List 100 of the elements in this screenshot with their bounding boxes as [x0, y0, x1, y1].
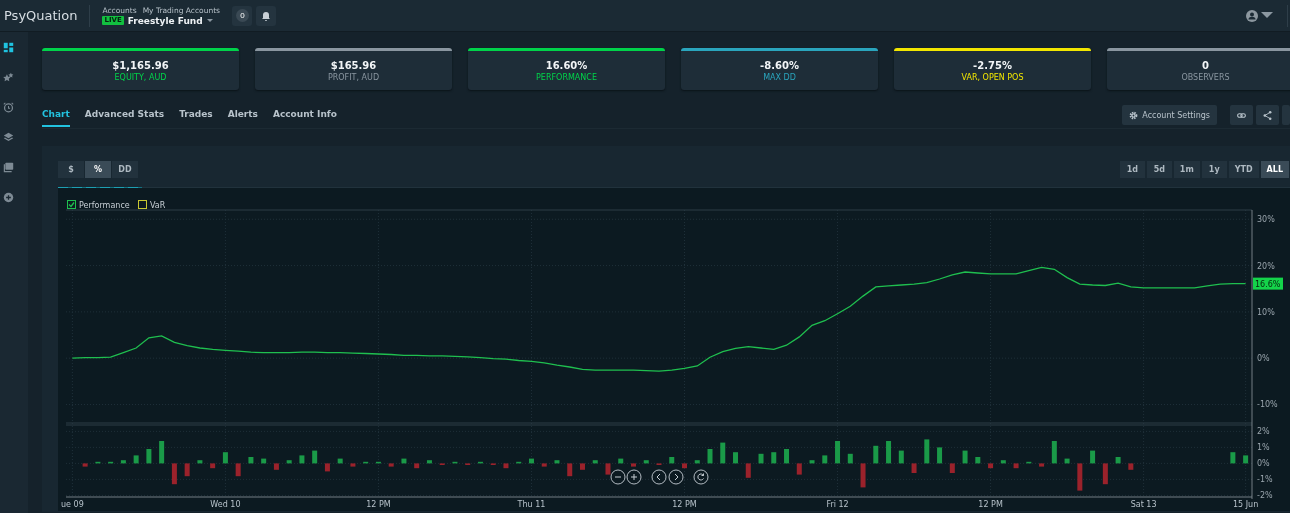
range-button[interactable]: 1m [1173, 161, 1200, 178]
return-bar [643, 460, 649, 464]
axis-label: 12 PM [978, 500, 1003, 509]
return-bar [133, 455, 139, 464]
return-bar [1102, 463, 1108, 485]
return-bar [554, 460, 560, 464]
mode-button[interactable]: $ [58, 161, 84, 178]
return-bar [937, 447, 943, 464]
return-bar [898, 450, 904, 464]
return-bar [1243, 455, 1249, 464]
legend-checkbox[interactable] [137, 199, 148, 210]
return-bar [1230, 452, 1236, 464]
share-icon [1263, 110, 1272, 120]
reset-icon[interactable] [693, 469, 709, 485]
axis-label: ue 09 [61, 500, 84, 509]
return-bar [375, 461, 381, 464]
tab[interactable]: Trades [179, 103, 213, 127]
stat-label: EQUITY, AUD [114, 72, 167, 82]
legend-label: VaR [150, 200, 166, 210]
return-bar [184, 463, 190, 477]
return-bar [146, 449, 152, 464]
axis-label: 10% [1257, 307, 1275, 317]
account-selector[interactable]: Freestyle Fund [127, 15, 203, 26]
return-bar [197, 460, 203, 464]
tab[interactable]: Chart [42, 103, 70, 127]
legend-checkbox[interactable] [66, 199, 77, 210]
return-bar [745, 463, 751, 478]
return-bar [1051, 441, 1057, 464]
axis-label: -2% [1257, 491, 1273, 501]
return-bar [733, 452, 738, 464]
range-button[interactable]: ALL [1260, 161, 1289, 178]
axis-label: 0% [1257, 354, 1270, 364]
return-bar [82, 463, 88, 467]
range-button[interactable]: 1d [1119, 161, 1145, 178]
return-bar [452, 461, 458, 464]
return-bar [337, 458, 343, 464]
return-bar [605, 463, 611, 475]
return-bar [350, 463, 356, 467]
return-bar [847, 453, 853, 464]
counter-button[interactable]: 0 [232, 5, 253, 26]
stat-value: -2.75% [973, 59, 1012, 71]
account-settings-button[interactable]: Account Settings [1122, 105, 1217, 125]
caret-icon[interactable] [206, 18, 213, 23]
return-bar [1013, 463, 1019, 469]
return-bar [669, 457, 675, 464]
return-bar [222, 452, 228, 464]
stat-value: -8.60% [760, 59, 799, 71]
stars-icon[interactable] [2, 72, 14, 83]
range-button[interactable]: 1y [1201, 161, 1227, 178]
stat-value: $165.96 [330, 59, 377, 71]
return-bar [171, 463, 177, 485]
mode-button[interactable]: DD [112, 161, 138, 178]
tab[interactable]: Advanced Stats [84, 103, 165, 127]
return-bar [886, 441, 892, 464]
tab[interactable]: Account Info [272, 103, 337, 127]
chevron-left-icon[interactable] [651, 469, 667, 485]
return-bar [1128, 463, 1134, 470]
return-bar [682, 463, 687, 469]
return-bar [860, 463, 866, 488]
return-bar [618, 458, 624, 464]
gear-icon [1129, 110, 1139, 120]
range-button[interactable]: YTD [1228, 161, 1259, 178]
mode-button[interactable]: % [85, 161, 111, 178]
return-bar [911, 463, 917, 473]
legend-label: Performance [79, 200, 130, 210]
chevron-right-icon[interactable] [668, 469, 684, 485]
return-bar [771, 452, 777, 464]
return-bar [631, 463, 636, 467]
return-bar [248, 457, 254, 464]
alarm-icon[interactable] [2, 102, 14, 113]
return-bar [835, 441, 841, 464]
stat-label: MAX DD [763, 72, 796, 82]
return-bar [1090, 450, 1096, 464]
app-logo[interactable]: PsyQuation [0, 8, 90, 23]
tab[interactable]: Alerts [227, 103, 258, 127]
library-icon[interactable] [2, 162, 14, 173]
add-icon[interactable] [2, 192, 14, 203]
return-bar [528, 458, 534, 464]
zoom-out-icon[interactable] [610, 469, 626, 485]
return-bar [809, 460, 815, 464]
axis-label: 2% [1257, 427, 1270, 437]
return-bar [1064, 458, 1070, 464]
range-button[interactable]: 5d [1146, 161, 1172, 178]
return-bar [312, 450, 318, 464]
return-bar [592, 460, 598, 464]
return-bar [95, 461, 101, 464]
notifications-button[interactable] [256, 5, 277, 26]
return-bar [414, 463, 420, 469]
share-button[interactable] [1256, 105, 1279, 125]
dashboard-icon[interactable] [2, 42, 14, 53]
layers-icon[interactable] [2, 132, 14, 143]
return-bar [299, 455, 305, 464]
axis-label: Wed 10 [210, 500, 241, 509]
zoom-in-icon[interactable] [626, 469, 642, 485]
user-avatar-icon[interactable] [1246, 9, 1258, 22]
return-bar [707, 449, 713, 464]
link-button[interactable] [1230, 105, 1253, 125]
axis-label: 20% [1257, 261, 1275, 271]
stat-value: $1,165.96 [112, 59, 169, 71]
return-bar [1000, 460, 1006, 464]
